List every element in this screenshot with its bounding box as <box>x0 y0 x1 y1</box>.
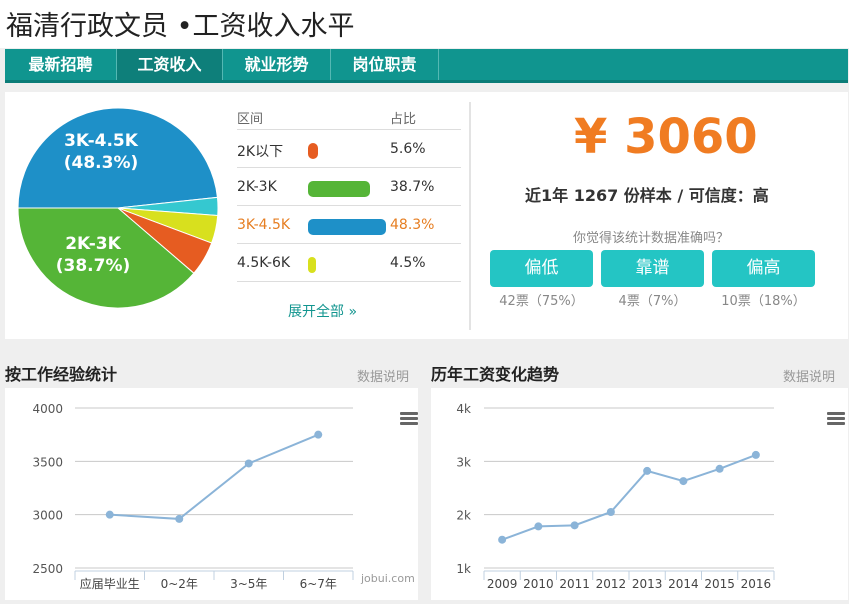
row-range: 2K以下 <box>237 144 284 160</box>
x-tick-label: 0~2年 <box>161 577 198 591</box>
data-point[interactable] <box>606 508 615 516</box>
trend-chart-menu-icon[interactable] <box>827 412 845 426</box>
y-tick-label: 3000 <box>32 509 63 523</box>
row-range: 2K-3K <box>237 179 277 195</box>
distribution-row: 2K-3K 38.7% <box>237 168 461 206</box>
trend-section-title: 历年工资变化趋势 <box>431 365 560 384</box>
distribution-row: 2K以下 5.6% <box>237 130 461 168</box>
y-tick-label: 2500 <box>32 562 63 576</box>
distribution-table-header: 区间 占比 <box>237 102 461 130</box>
pie-label-3k-4.5k: 3K-4.5K <box>64 131 139 151</box>
header-range: 区间 <box>237 112 264 127</box>
row-bar <box>308 181 370 197</box>
experience-chart-menu-icon[interactable] <box>400 412 418 426</box>
y-tick-label: 3500 <box>32 455 63 469</box>
data-point[interactable] <box>314 430 323 439</box>
data-point[interactable] <box>643 466 652 475</box>
x-tick-label: 2013 <box>632 577 663 591</box>
row-bar <box>308 257 316 273</box>
data-point[interactable] <box>498 535 507 544</box>
tab-employment-trend[interactable]: 就业形势 <box>223 49 331 80</box>
tab-salary-income[interactable]: 工资收入 <box>117 49 223 80</box>
pie-label-2k-3k-pct: (38.7%) <box>56 256 131 276</box>
pie-label-2k-3k: 2K-3K <box>65 234 121 254</box>
distribution-row: 4.5K-6K 4.5% <box>237 244 461 282</box>
row-pct: 38.7% <box>390 179 435 195</box>
accuracy-question: 你觉得该统计数据准确吗？ <box>573 231 730 246</box>
row-bar <box>308 219 386 235</box>
data-point[interactable] <box>175 514 184 523</box>
salary-summary-panel: 3K-4.5K (48.3%) 2K-3K (38.7%) 区间 占比 2K以下… <box>5 92 848 339</box>
x-tick-label: 2012 <box>596 577 627 591</box>
experience-chart-panel: 2500 3000 3500 4000 应届毕业生 0~2年 3~5年 6~7年 <box>5 388 418 600</box>
trend-data-note-link[interactable]: 数据说明 <box>783 366 835 385</box>
series-line <box>109 433 319 520</box>
y-tick-label: 2k <box>456 509 471 523</box>
row-pct: 48.3% <box>390 217 435 233</box>
y-tick-label: 3k <box>456 455 471 469</box>
data-point[interactable] <box>105 510 114 519</box>
summary-divider <box>469 102 471 330</box>
experience-line-chart: 2500 3000 3500 4000 应届毕业生 0~2年 3~5年 6~7年 <box>32 402 354 591</box>
trend-line-chart: 1k 2k 3k 4k 2009 2010 2011 2012 2013 2014 2015 2016 <box>456 402 775 591</box>
row-pct: 4.5% <box>390 255 426 271</box>
y-tick-label: 4000 <box>32 402 63 416</box>
y-tick-label: 1k <box>456 562 471 576</box>
x-tick-label: 2015 <box>704 577 735 591</box>
expand-all-link[interactable]: 展开全部 » <box>288 301 357 321</box>
x-tick-label: 2014 <box>668 577 699 591</box>
data-point[interactable] <box>715 464 724 473</box>
salary-pie-chart: 3K-4.5K (48.3%) 2K-3K (38.7%) <box>17 107 219 309</box>
experience-section-title: 按工作经验统计 <box>5 365 118 384</box>
tab-latest-jobs[interactable]: 最新招聘 <box>5 49 117 80</box>
x-tick-label: 2011 <box>559 577 590 591</box>
vote-accurate-count: 4票（7%） <box>618 294 687 309</box>
x-tick-label: 应届毕业生 <box>80 576 140 591</box>
data-point[interactable] <box>570 521 579 530</box>
data-point[interactable] <box>534 522 543 531</box>
data-point[interactable] <box>679 477 688 486</box>
row-range: 4.5K-6K <box>237 255 291 271</box>
vote-too-high-button[interactable]: 偏高 <box>712 250 815 287</box>
tab-bar: 最新招聘 工资收入 就业形势 岗位职责 <box>5 49 848 83</box>
page-title: 福清行政文员 •工资收入水平 <box>6 11 355 42</box>
data-point[interactable] <box>244 459 253 468</box>
vote-too-low-count: 42票（75%） <box>499 294 584 309</box>
vote-too-low-button[interactable]: 偏低 <box>490 250 593 287</box>
header-pct: 占比 <box>390 112 417 127</box>
tab-job-duties[interactable]: 岗位职责 <box>331 49 439 80</box>
x-tick-label: 3~5年 <box>230 577 267 591</box>
row-pct: 5.6% <box>390 141 426 157</box>
page-header: 福清行政文员 •工资收入水平 <box>0 0 849 48</box>
sample-info: 近1年 1267 份样本 / 可信度：高 <box>525 186 769 205</box>
row-range: 3K-4.5K <box>237 217 291 233</box>
vote-too-high-count: 10票（18%） <box>721 294 806 309</box>
vote-accurate-button[interactable]: 靠谱 <box>601 250 704 287</box>
row-bar <box>308 143 318 159</box>
distribution-table: 区间 占比 2K以下 5.6% 2K-3K 38.7% 3K-4.5K 48.3… <box>237 102 461 282</box>
experience-data-note-link[interactable]: 数据说明 <box>357 366 409 385</box>
x-tick-label: 2009 <box>487 577 518 591</box>
x-tick-label: 2016 <box>741 577 772 591</box>
y-tick-label: 4k <box>456 402 471 416</box>
data-point[interactable] <box>751 450 760 459</box>
average-salary: ¥ 3060 <box>574 109 758 165</box>
x-tick-label: 6~7年 <box>300 577 337 591</box>
distribution-row-highlight: 3K-4.5K 48.3% <box>237 206 461 244</box>
site-watermark: jobui.com <box>361 572 415 585</box>
x-tick-label: 2010 <box>523 577 554 591</box>
trend-chart-panel: 1k 2k 3k 4k 2009 2010 2011 2012 2013 2014 2015 2016 <box>431 388 848 600</box>
pie-label-3k-4.5k-pct: (48.3%) <box>64 153 139 173</box>
